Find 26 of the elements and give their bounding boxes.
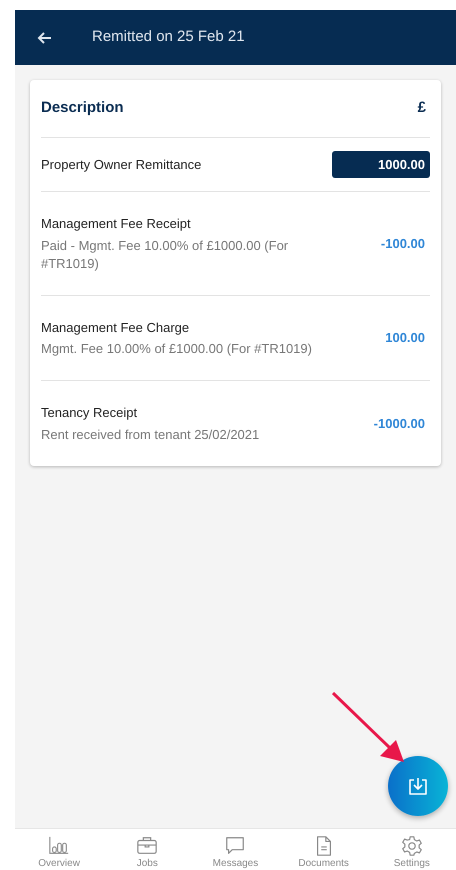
settings-icon: [400, 835, 423, 857]
amount: -1000.00: [374, 414, 426, 432]
amount: 100.00: [385, 329, 426, 347]
amount: -100.00: [380, 234, 426, 252]
nav-tab[interactable]: Jobs: [111, 835, 184, 870]
messages-icon: [224, 835, 246, 857]
nav-tab[interactable]: Messages: [199, 835, 272, 870]
download-icon: [407, 775, 429, 797]
amount: 1000.00: [332, 151, 430, 178]
row-title: Management Fee Receipt: [41, 215, 192, 233]
jobs-icon: [136, 835, 158, 857]
overview-icon: [48, 835, 70, 857]
download-button[interactable]: [388, 756, 448, 816]
row-description: Rent received from tenant 25/02/2021: [41, 426, 260, 444]
row-description: Mgmt. Fee 10.00% of £1000.00 (For #TR1019): [41, 340, 313, 358]
nav-tab[interactable]: Settings: [376, 835, 448, 870]
row-title: Management Fee Charge: [41, 318, 190, 337]
nav-tab[interactable]: Overview: [23, 835, 96, 870]
column-header: £: [418, 98, 426, 118]
row-title: Property Owner Remittance: [41, 156, 202, 174]
nav-tab[interactable]: Documents: [288, 835, 360, 870]
column-header: Description: [41, 98, 124, 118]
row-description: Paid - Mgmt. Fee 10.00% of £1000.00 (For #TR1019): [41, 236, 290, 272]
row-title: Tenancy Receipt: [41, 404, 138, 422]
screen-title: Remitted on 25 Feb 21: [92, 27, 245, 48]
back-button[interactable]: [37, 30, 53, 46]
